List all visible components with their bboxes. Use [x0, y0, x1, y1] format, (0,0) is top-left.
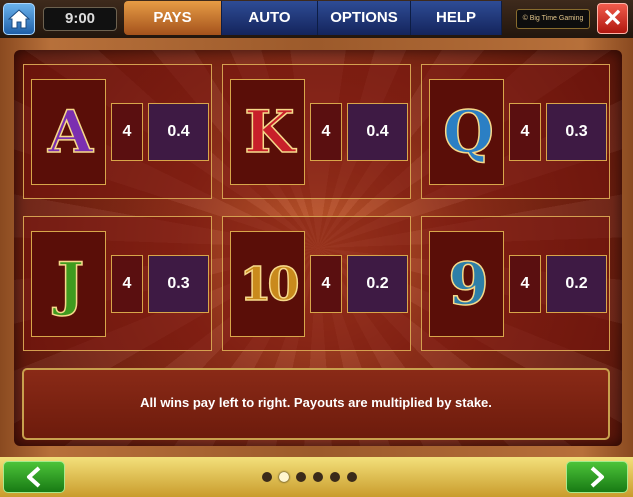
payout-value: 0.2: [347, 255, 408, 313]
symbol-frame: Q: [429, 79, 504, 185]
match-count: 4: [310, 255, 342, 313]
symbol-9: 9: [448, 249, 490, 319]
prev-page-button[interactable]: [3, 461, 65, 493]
tab-bar: PAYS AUTO OPTIONS HELP: [124, 1, 502, 35]
info-banner: All wins pay left to right. Payouts are …: [22, 368, 610, 440]
brand-logo: © Big Time Gaming: [516, 9, 590, 29]
symbol-frame: A: [31, 79, 106, 185]
payout-value: 0.4: [347, 103, 408, 161]
page-dot[interactable]: [313, 472, 323, 482]
payout-value: 0.3: [148, 255, 209, 313]
page-indicator: [262, 472, 357, 482]
close-button[interactable]: ✕: [597, 3, 628, 34]
tab-help[interactable]: HELP: [411, 1, 502, 35]
page-dot[interactable]: [296, 472, 306, 482]
home-icon: [8, 9, 30, 29]
match-count: 4: [111, 255, 143, 313]
clock-display: 9:00: [43, 7, 117, 31]
symbol-a: A: [47, 97, 94, 167]
tab-options[interactable]: OPTIONS: [318, 1, 411, 35]
next-page-button[interactable]: [566, 461, 628, 493]
symbol-frame: K: [230, 79, 305, 185]
close-icon: ✕: [602, 5, 623, 32]
payout-value: 0.4: [148, 103, 209, 161]
tab-auto[interactable]: AUTO: [222, 1, 318, 35]
symbol-frame: J: [31, 231, 106, 337]
top-bar: 9:00 PAYS AUTO OPTIONS HELP © Big Time G…: [0, 0, 633, 38]
tab-pays[interactable]: PAYS: [124, 1, 222, 35]
chevron-left-icon: [27, 466, 41, 488]
paytable-card: A 4 0.4: [23, 64, 212, 199]
page-dot-active[interactable]: [279, 472, 289, 482]
page-dot[interactable]: [330, 472, 340, 482]
symbol-10: 10: [239, 256, 301, 312]
match-count: 4: [111, 103, 143, 161]
symbol-frame: 9: [429, 231, 504, 337]
symbol-j: J: [56, 249, 85, 319]
symbol-q: Q: [442, 97, 494, 167]
symbol-frame: 10: [230, 231, 305, 337]
page-dot[interactable]: [347, 472, 357, 482]
chevron-right-icon: [590, 466, 604, 488]
page-dot[interactable]: [262, 472, 272, 482]
home-button[interactable]: [3, 3, 35, 35]
paytable-card: J 4 0.3: [23, 216, 212, 351]
paytable-card: 9 4 0.2: [421, 216, 610, 351]
match-count: 4: [310, 103, 342, 161]
paytable-card: 10 4 0.2: [222, 216, 411, 351]
symbol-k: K: [244, 97, 296, 167]
paytable-card: Q 4 0.3: [421, 64, 610, 199]
payout-value: 0.3: [546, 103, 607, 161]
match-count: 4: [509, 255, 541, 313]
payout-value: 0.2: [546, 255, 607, 313]
match-count: 4: [509, 103, 541, 161]
paytable-card: K 4 0.4: [222, 64, 411, 199]
